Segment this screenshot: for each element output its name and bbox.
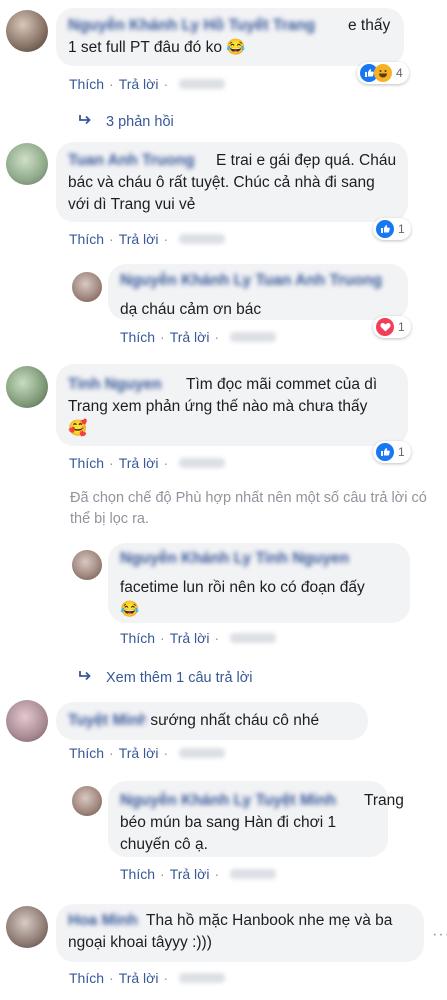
comment-text: facetime lun rồi nên ko có đoạn đấy: [120, 579, 365, 596]
comment-actions: Thích · Trả lời ·: [69, 231, 226, 247]
avatar[interactable]: [6, 366, 48, 408]
comment-text: Hoa Minh Tha hồ mặc Hanbook nhe mẹ và ba…: [68, 910, 393, 951]
avatar[interactable]: [6, 906, 48, 948]
comment-text: Tuan Anh Truong E trai e gái đẹp quá. Ch…: [68, 150, 397, 213]
like-button[interactable]: Thích: [120, 630, 155, 646]
avatar[interactable]: [6, 143, 48, 185]
separator: ·: [160, 329, 165, 345]
timestamp[interactable]: [230, 332, 277, 342]
separator: ·: [160, 630, 165, 646]
reply-arrow-icon: [78, 114, 92, 130]
timestamp[interactable]: [179, 458, 226, 468]
timestamp[interactable]: [230, 869, 277, 879]
like-button[interactable]: Thích: [69, 231, 104, 247]
separator: ·: [160, 866, 165, 882]
comment-text: e thấy 1 set full PT đâu đó ko 😂: [68, 17, 391, 56]
like-icon: [376, 220, 394, 238]
comment-text: Tinh Nguyen Tìm đọc mãi commet của dì Tr…: [68, 374, 398, 440]
love-icon: [376, 318, 394, 336]
see-more-replies-link[interactable]: Xem thêm 1 câu trả lời: [78, 670, 253, 686]
like-button[interactable]: Thích: [120, 866, 155, 882]
separator: ·: [163, 970, 169, 986]
separator: ·: [214, 630, 220, 646]
haha-emoji-icon: 😂: [120, 601, 140, 618]
reply-button[interactable]: Trả lời: [119, 231, 159, 247]
separator: ·: [109, 745, 114, 761]
reaction-summary[interactable]: 1: [373, 316, 411, 338]
comment-text: Nguyễn Khánh Ly Tuyệt Minh Trang béo mún…: [120, 790, 404, 853]
reaction-summary[interactable]: 4: [357, 62, 409, 84]
emoji-icon: 🥰: [68, 420, 88, 437]
separator: ·: [214, 866, 220, 882]
separator: ·: [163, 455, 169, 471]
haha-emoji-icon: 😂: [226, 39, 246, 56]
reply-button[interactable]: Trả lời: [119, 76, 159, 92]
timestamp[interactable]: [179, 748, 226, 758]
separator: ·: [163, 231, 169, 247]
timestamp[interactable]: [179, 79, 226, 89]
like-button[interactable]: Thích: [69, 455, 104, 471]
view-replies-link[interactable]: 3 phản hồi: [78, 114, 174, 130]
avatar[interactable]: [72, 550, 102, 580]
commenter-name[interactable]: Nguyễn Khánh Ly Tuan Anh Truong: [120, 270, 390, 292]
separator: ·: [109, 231, 114, 247]
comment-text: sướng nhất cháu cô nhé: [150, 712, 320, 729]
like-button[interactable]: Thích: [69, 745, 104, 761]
comment-actions: Thích · Trả lời ·: [120, 866, 277, 882]
comment-actions: Thích · Trả lời ·: [69, 745, 226, 761]
timestamp[interactable]: [179, 973, 226, 983]
commenter-name[interactable]: Hoa Minh: [68, 910, 138, 932]
comment-body: Tuyệt Minh sướng nhất cháu cô nhé: [68, 710, 368, 732]
like-button[interactable]: Thích: [69, 76, 104, 92]
commenter-name[interactable]: Tuan Anh Truong: [68, 150, 208, 172]
reaction-summary[interactable]: 1: [373, 218, 411, 240]
reply-button[interactable]: Trả lời: [119, 455, 159, 471]
reply-button[interactable]: Trả lời: [170, 329, 210, 345]
reply-arrow-icon: [78, 670, 92, 686]
comment-body: Nguyễn Khánh Ly Tuan Anh Truong dạ cháu …: [120, 270, 400, 321]
separator: ·: [109, 76, 114, 92]
commenter-name[interactable]: Tinh Nguyen: [68, 374, 178, 396]
separator: ·: [163, 76, 169, 92]
reaction-summary[interactable]: 1: [373, 441, 411, 463]
reaction-count: 1: [398, 222, 405, 236]
separator: ·: [214, 329, 220, 345]
reply-button[interactable]: Trả lời: [119, 745, 159, 761]
avatar[interactable]: [72, 272, 102, 302]
reply-button[interactable]: Trả lời: [170, 866, 210, 882]
reply-button[interactable]: Trả lời: [119, 970, 159, 986]
comment-actions: Thích · Trả lời ·: [120, 329, 277, 345]
comment-actions: Thích · Trả lời ·: [120, 630, 277, 646]
more-options-icon[interactable]: ···: [432, 926, 447, 944]
reply-button[interactable]: Trả lời: [170, 630, 210, 646]
haha-icon: [374, 64, 392, 82]
commenter-name[interactable]: Nguyễn Khánh Ly Tuyệt Minh: [120, 790, 360, 812]
like-icon: [376, 443, 394, 461]
commenter-name[interactable]: Tuyệt Minh: [68, 710, 146, 732]
reaction-count: 4: [396, 66, 403, 80]
separator: ·: [109, 970, 114, 986]
reaction-count: 1: [398, 320, 405, 334]
comment-actions: Thích · Trả lời ·: [69, 970, 226, 986]
comment-text: dạ cháu cảm ơn bác: [120, 301, 262, 318]
reaction-count: 1: [398, 445, 405, 459]
like-button[interactable]: Thích: [120, 329, 155, 345]
timestamp[interactable]: [230, 633, 277, 643]
comment-actions: Thích · Trả lời ·: [69, 455, 226, 471]
avatar[interactable]: [6, 700, 48, 742]
separator: ·: [163, 745, 169, 761]
comment-body: Nguyễn Khánh Ly Tinh Nguyen facetime lun…: [120, 548, 405, 621]
separator: ·: [109, 455, 114, 471]
commenter-name[interactable]: Nguyễn Khánh Ly Tinh Nguyen: [120, 548, 382, 570]
comment-actions: Thích · Trả lời ·: [69, 76, 226, 92]
filter-notice: Đã chọn chế độ Phù hợp nhất nên một số c…: [70, 490, 427, 527]
timestamp[interactable]: [179, 234, 226, 244]
avatar[interactable]: [72, 786, 102, 816]
like-button[interactable]: Thích: [69, 970, 104, 986]
avatar[interactable]: [6, 10, 48, 52]
